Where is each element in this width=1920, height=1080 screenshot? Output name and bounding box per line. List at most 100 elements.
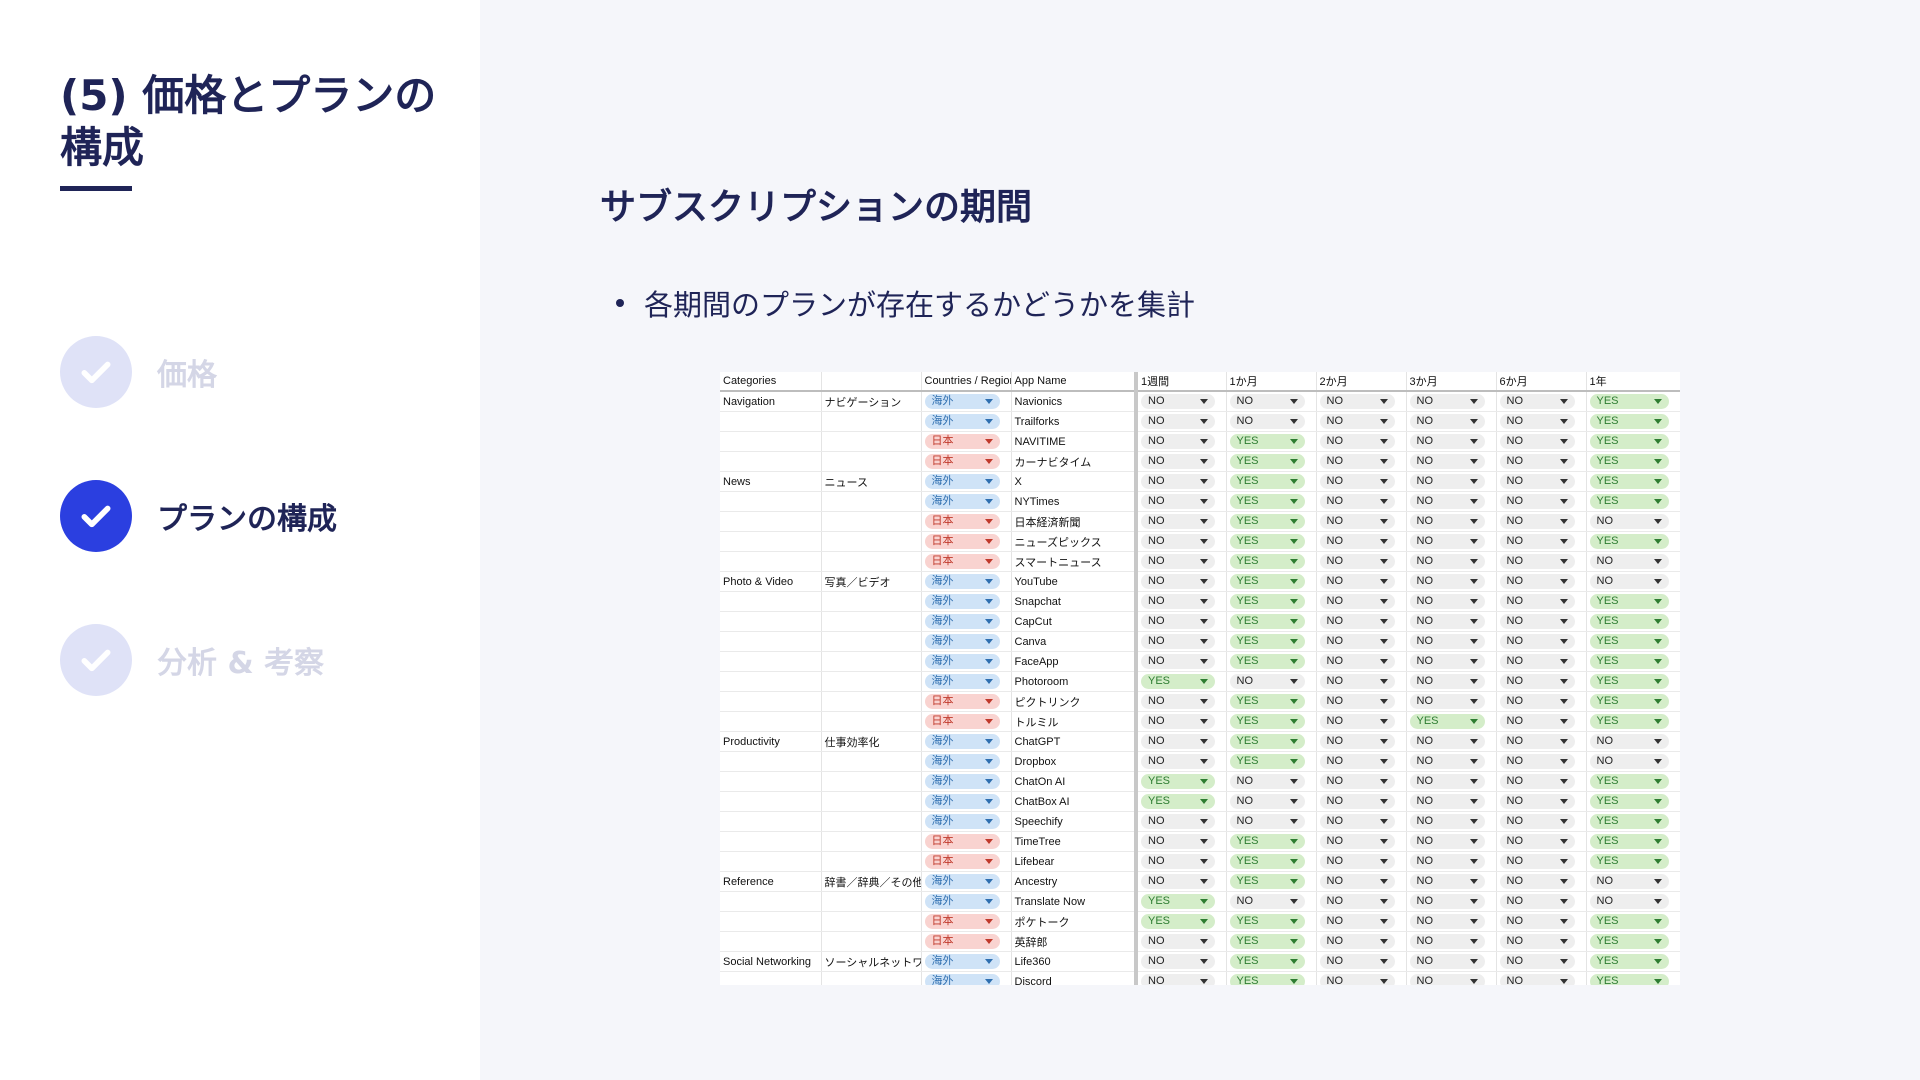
region-dropdown[interactable]: 日本 bbox=[924, 534, 1001, 549]
availability-dropdown[interactable]: NO bbox=[1319, 554, 1396, 569]
period-cell[interactable]: NO bbox=[1586, 891, 1680, 912]
availability-dropdown[interactable]: YES bbox=[1229, 534, 1306, 549]
period-cell[interactable]: NO bbox=[1406, 591, 1497, 612]
period-cell[interactable]: NO bbox=[1316, 571, 1407, 592]
availability-dropdown[interactable]: NO bbox=[1589, 894, 1669, 909]
availability-dropdown[interactable]: NO bbox=[1409, 934, 1486, 949]
period-cell[interactable]: NO bbox=[1406, 691, 1497, 712]
category-cell[interactable] bbox=[720, 411, 822, 432]
period-cell[interactable]: NO bbox=[1136, 451, 1227, 472]
period-cell[interactable]: NO bbox=[1586, 571, 1680, 592]
availability-dropdown[interactable]: NO bbox=[1141, 754, 1216, 769]
availability-dropdown[interactable]: YES bbox=[1589, 634, 1669, 649]
period-cell[interactable]: NO bbox=[1316, 651, 1407, 672]
period-cell[interactable]: NO bbox=[1406, 651, 1497, 672]
period-cell[interactable]: NO bbox=[1496, 671, 1587, 692]
region-dropdown[interactable]: 日本 bbox=[924, 434, 1001, 449]
region-dropdown[interactable]: 海外 bbox=[924, 894, 1001, 909]
period-cell[interactable]: YES bbox=[1226, 731, 1317, 752]
period-cell[interactable]: YES bbox=[1226, 691, 1317, 712]
period-cell[interactable]: YES bbox=[1586, 811, 1680, 832]
availability-dropdown[interactable]: NO bbox=[1409, 414, 1486, 429]
availability-dropdown[interactable]: NO bbox=[1319, 974, 1396, 985]
category-cell[interactable] bbox=[720, 791, 822, 812]
period-cell[interactable]: NO bbox=[1316, 871, 1407, 892]
availability-dropdown[interactable]: YES bbox=[1229, 914, 1306, 929]
category-ja-cell[interactable]: ソーシャルネットワーキング bbox=[821, 951, 922, 972]
availability-dropdown[interactable]: NO bbox=[1499, 814, 1576, 829]
period-cell[interactable]: NO bbox=[1136, 411, 1227, 432]
header-cell[interactable]: 6か月 bbox=[1496, 372, 1587, 392]
availability-dropdown[interactable]: NO bbox=[1409, 594, 1486, 609]
period-cell[interactable]: YES bbox=[1226, 971, 1317, 985]
period-cell[interactable]: NO bbox=[1316, 631, 1407, 652]
availability-dropdown[interactable]: YES bbox=[1589, 934, 1669, 949]
step-analysis[interactable]: 分析 & 考察 bbox=[60, 624, 324, 696]
period-cell[interactable]: NO bbox=[1496, 851, 1587, 872]
period-cell[interactable]: NO bbox=[1136, 811, 1227, 832]
app-name-cell[interactable]: CapCut bbox=[1011, 611, 1138, 632]
period-cell[interactable]: YES bbox=[1136, 791, 1227, 812]
availability-dropdown[interactable]: NO bbox=[1499, 914, 1576, 929]
availability-dropdown[interactable]: NO bbox=[1141, 474, 1216, 489]
period-cell[interactable]: NO bbox=[1316, 971, 1407, 985]
category-cell[interactable]: Photo & Video bbox=[720, 571, 822, 592]
period-cell[interactable]: NO bbox=[1316, 531, 1407, 552]
availability-dropdown[interactable]: NO bbox=[1499, 734, 1576, 749]
period-cell[interactable]: NO bbox=[1316, 451, 1407, 472]
category-ja-cell[interactable] bbox=[821, 551, 922, 572]
region-cell[interactable]: 海外 bbox=[921, 611, 1012, 632]
availability-dropdown[interactable]: YES bbox=[1589, 654, 1669, 669]
availability-dropdown[interactable]: NO bbox=[1319, 854, 1396, 869]
app-name-cell[interactable]: Dropbox bbox=[1011, 751, 1138, 772]
availability-dropdown[interactable]: YES bbox=[1229, 854, 1306, 869]
availability-dropdown[interactable]: NO bbox=[1499, 934, 1576, 949]
period-cell[interactable]: NO bbox=[1586, 551, 1680, 572]
availability-dropdown[interactable]: NO bbox=[1409, 434, 1486, 449]
period-cell[interactable]: YES bbox=[1586, 931, 1680, 952]
period-cell[interactable]: NO bbox=[1316, 691, 1407, 712]
period-cell[interactable]: YES bbox=[1586, 911, 1680, 932]
category-cell[interactable] bbox=[720, 611, 822, 632]
app-name-cell[interactable]: ピクトリンク bbox=[1011, 691, 1138, 712]
category-ja-cell[interactable] bbox=[821, 711, 922, 732]
period-cell[interactable]: NO bbox=[1496, 391, 1587, 412]
category-ja-cell[interactable] bbox=[821, 591, 922, 612]
availability-dropdown[interactable]: NO bbox=[1589, 874, 1669, 889]
availability-dropdown[interactable]: NO bbox=[1141, 874, 1216, 889]
category-ja-cell[interactable] bbox=[821, 891, 922, 912]
availability-dropdown[interactable]: YES bbox=[1229, 514, 1306, 529]
period-cell[interactable]: NO bbox=[1226, 411, 1317, 432]
region-cell[interactable]: 日本 bbox=[921, 711, 1012, 732]
period-cell[interactable]: NO bbox=[1496, 831, 1587, 852]
availability-dropdown[interactable]: NO bbox=[1319, 934, 1396, 949]
period-cell[interactable]: NO bbox=[1316, 771, 1407, 792]
period-cell[interactable]: NO bbox=[1316, 431, 1407, 452]
availability-dropdown[interactable]: NO bbox=[1499, 494, 1576, 509]
period-cell[interactable]: NO bbox=[1496, 571, 1587, 592]
period-cell[interactable]: NO bbox=[1496, 931, 1587, 952]
category-ja-cell[interactable]: 写真／ビデオ bbox=[821, 571, 922, 592]
region-dropdown[interactable]: 海外 bbox=[924, 614, 1001, 629]
period-cell[interactable]: YES bbox=[1586, 771, 1680, 792]
availability-dropdown[interactable]: NO bbox=[1319, 494, 1396, 509]
availability-dropdown[interactable]: NO bbox=[1409, 734, 1486, 749]
availability-dropdown[interactable]: NO bbox=[1141, 634, 1216, 649]
period-cell[interactable]: YES bbox=[1226, 831, 1317, 852]
category-cell[interactable] bbox=[720, 771, 822, 792]
period-cell[interactable]: NO bbox=[1496, 431, 1587, 452]
period-cell[interactable]: NO bbox=[1136, 511, 1227, 532]
app-name-cell[interactable]: Snapchat bbox=[1011, 591, 1138, 612]
availability-dropdown[interactable]: NO bbox=[1499, 534, 1576, 549]
availability-dropdown[interactable]: NO bbox=[1141, 434, 1216, 449]
availability-dropdown[interactable]: NO bbox=[1499, 714, 1576, 729]
availability-dropdown[interactable]: YES bbox=[1229, 474, 1306, 489]
period-cell[interactable]: NO bbox=[1136, 731, 1227, 752]
period-cell[interactable]: YES bbox=[1226, 631, 1317, 652]
availability-dropdown[interactable]: NO bbox=[1589, 734, 1669, 749]
period-cell[interactable]: NO bbox=[1496, 551, 1587, 572]
category-ja-cell[interactable] bbox=[821, 791, 922, 812]
availability-dropdown[interactable]: NO bbox=[1229, 774, 1306, 789]
region-cell[interactable]: 日本 bbox=[921, 531, 1012, 552]
app-name-cell[interactable]: Canva bbox=[1011, 631, 1138, 652]
